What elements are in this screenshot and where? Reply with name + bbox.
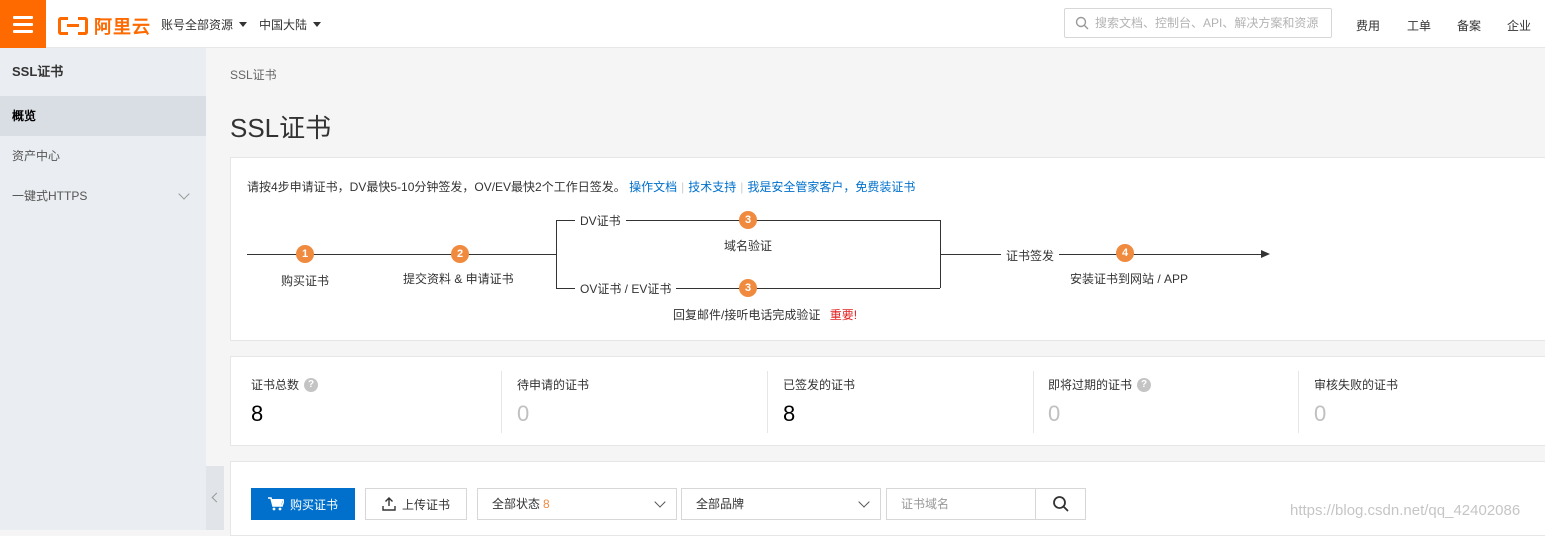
search-icon — [1075, 16, 1089, 30]
sidebar: SSL证书 概览 资产中心 一键式HTTPS — [0, 48, 206, 530]
step-2-badge: 2 — [451, 245, 469, 263]
stat-label: 已签发的证书 — [783, 378, 856, 392]
arrow-right-icon — [1261, 250, 1270, 258]
step-3-ov-badge: 3 — [739, 279, 757, 297]
brand-filter-label: 全部品牌 — [696, 497, 745, 511]
support-link[interactable]: 技术支持 — [688, 180, 736, 194]
account-resources-dropdown[interactable]: 账号全部资源 — [161, 16, 248, 33]
steps-intro: 请按4步申请证书，DV最快5-10分钟签发，OV/EV最快2个工作日签发。 操作… — [247, 180, 916, 194]
stat-value: 0 — [517, 401, 530, 426]
domain-search-button[interactable] — [1036, 488, 1086, 520]
step-4-badge: 4 — [1116, 244, 1134, 262]
dv-branch-title: DV证书 — [575, 212, 626, 229]
step-4-label: 安装证书到网站 / APP — [1070, 270, 1189, 287]
stat-value: 8 — [783, 401, 796, 426]
upload-icon — [382, 497, 396, 511]
step-2-label: 提交资料 & 申请证书 — [403, 270, 514, 287]
watermark-text: https://blog.csdn.net/qq_42402086 — [1290, 502, 1521, 519]
domain-search-input[interactable] — [886, 488, 1036, 520]
top-link-enterprise[interactable]: 企业 — [1507, 17, 1531, 34]
breadcrumb[interactable]: SSL证书 — [230, 66, 277, 83]
caret-down-icon — [313, 22, 322, 27]
caret-down-icon — [239, 22, 248, 27]
chevron-down-icon — [178, 188, 190, 200]
region-dropdown[interactable]: 中国大陆 — [259, 16, 322, 33]
stat-value: 8 — [251, 401, 264, 426]
stat-label: 即将过期的证书 — [1048, 378, 1133, 392]
dv-branch-label: 域名验证 — [724, 237, 773, 254]
stat-label: 证书总数 — [251, 378, 300, 392]
help-icon[interactable]: ? — [304, 377, 319, 392]
docs-link[interactable]: 操作文档 — [629, 180, 677, 194]
certificate-list-card: 购买证书 上传证书 全部状态 8 全部品牌 — [230, 461, 1545, 536]
issue-label: 证书签发 — [1001, 247, 1060, 264]
brand-filter-select[interactable]: 全部品牌 — [681, 488, 881, 520]
sidebar-collapse-toggle[interactable] — [206, 466, 224, 530]
stat-value: 0 — [1048, 401, 1061, 426]
status-count: 8 — [543, 497, 550, 511]
upload-certificate-label: 上传证书 — [401, 497, 450, 512]
menu-icon[interactable] — [0, 0, 46, 48]
steps-card: 1 购买证书 2 提交资料 & 申请证书 DV证书 3 域名验证 OV证书 / … — [230, 157, 1545, 341]
stat-label: 审核失败的证书 — [1314, 378, 1399, 392]
account-dropdown-label: 账号全部资源 — [161, 18, 234, 32]
sidebar-title: SSL证书 — [12, 64, 64, 79]
sidebar-item-label: 概览 — [12, 109, 37, 123]
aliyun-logo[interactable]: 阿里云 — [58, 13, 151, 39]
steps-intro-text: 请按4步申请证书，DV最快5-10分钟签发，OV/EV最快2个工作日签发。 — [247, 180, 626, 194]
top-link-billing[interactable]: 费用 — [1356, 17, 1380, 34]
ov-branch-label-text: 回复邮件/接听电话完成验证 — [673, 308, 821, 322]
status-filter-label: 全部状态 — [492, 497, 541, 511]
sidebar-item-label: 一键式HTTPS — [12, 189, 88, 203]
ov-ev-branch-title: OV证书 / EV证书 — [575, 280, 677, 297]
step-1-label: 购买证书 — [281, 272, 330, 289]
stat-label: 待申请的证书 — [517, 378, 590, 392]
page-title: SSL证书 — [230, 113, 332, 143]
top-link-tickets[interactable]: 工单 — [1407, 17, 1431, 34]
status-filter-select[interactable]: 全部状态 8 — [477, 488, 677, 520]
step-3-dv-badge: 3 — [739, 211, 757, 229]
stat-value: 0 — [1314, 401, 1327, 426]
important-note: 重要! — [829, 308, 858, 322]
sidebar-item-one-click-https[interactable]: 一键式HTTPS — [0, 176, 206, 216]
buy-certificate-button[interactable]: 购买证书 — [251, 488, 355, 520]
top-navbar: 阿里云 账号全部资源 中国大陆 费用 工单 备案 企业 — [0, 0, 1545, 48]
buy-certificate-label: 购买证书 — [289, 497, 338, 512]
stats-card: 证书总数? 8 待申请的证书 0 已签发的证书 8 即将过期的证书? 0 审核失… — [230, 356, 1545, 446]
global-search-input[interactable] — [1095, 16, 1325, 30]
sidebar-item-label: 资产中心 — [12, 149, 61, 163]
search-icon — [1052, 496, 1069, 512]
chevron-down-icon — [654, 496, 666, 508]
upload-certificate-button[interactable]: 上传证书 — [365, 488, 467, 520]
ov-branch-label: 回复邮件/接听电话完成验证 重要! — [673, 306, 858, 323]
sidebar-item-assets[interactable]: 资产中心 — [0, 136, 206, 176]
step-1-badge: 1 — [296, 245, 314, 263]
global-search[interactable] — [1064, 8, 1332, 38]
top-link-icp[interactable]: 备案 — [1457, 17, 1481, 34]
cart-icon — [267, 497, 284, 511]
chevron-down-icon — [858, 496, 870, 508]
region-dropdown-label: 中国大陆 — [259, 18, 308, 32]
help-icon[interactable]: ? — [1137, 377, 1152, 392]
aliyun-logo-icon — [58, 15, 88, 37]
free-install-link[interactable]: 我是安全管家客户，免费装证书 — [747, 180, 915, 194]
logo-text: 阿里云 — [94, 17, 151, 37]
sidebar-item-overview[interactable]: 概览 — [0, 96, 206, 136]
